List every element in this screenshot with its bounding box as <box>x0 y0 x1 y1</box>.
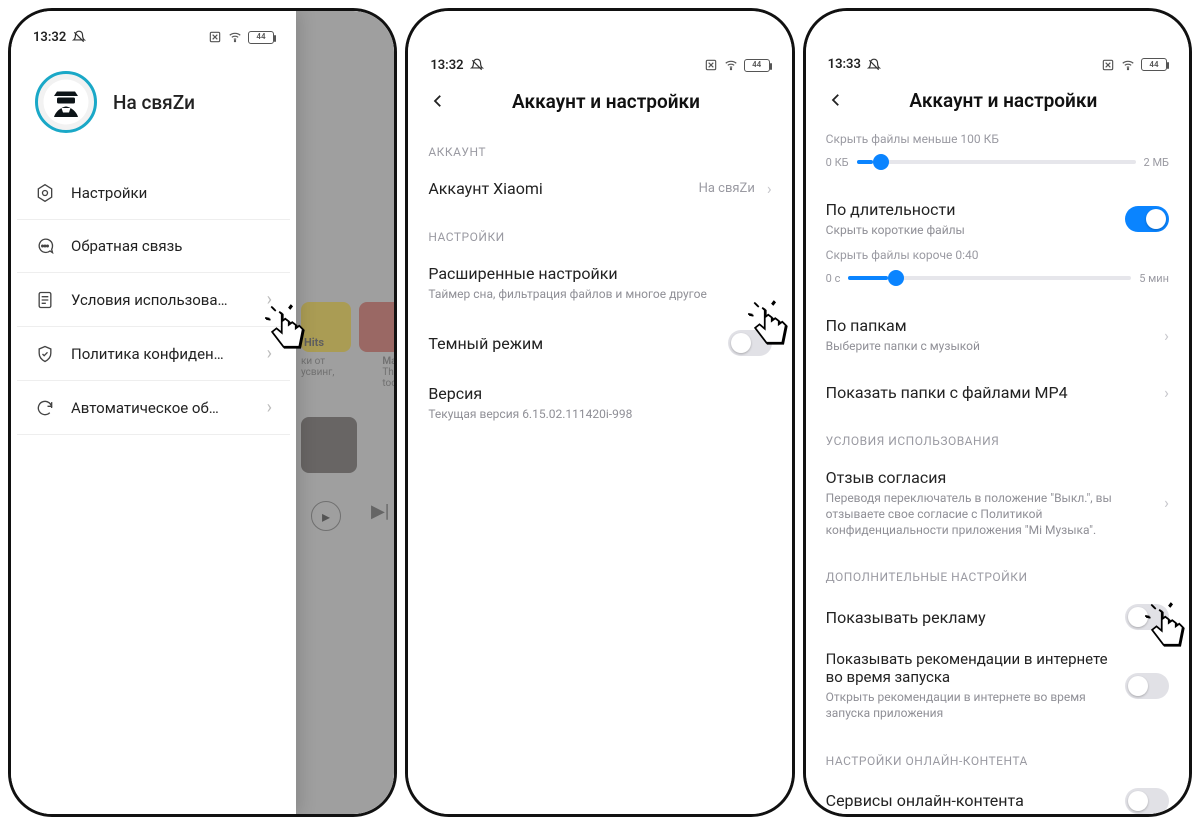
slider-hide-small[interactable]: Скрыть файлы меньше 100 КБ 0 КБ 2 МБ <box>826 126 1169 186</box>
drawer-item-label: Автоматическое об… <box>71 399 251 417</box>
battery-icon: 44 <box>1141 58 1167 71</box>
row-xiaomi-account[interactable]: Аккаунт Xiaomi На свяZи › <box>428 165 771 212</box>
slider-hide-short[interactable]: Скрыть файлы короче 0:40 0 с 5 мин <box>826 242 1169 302</box>
drawer-item-terms[interactable]: Условия использова… › <box>17 273 290 327</box>
background-app-dimmed: Показать все › ▶ 3,0M МОЯ зыка и сл… <box>291 11 394 814</box>
chevron-right-icon: › <box>267 289 272 310</box>
no-sim-icon <box>208 30 222 44</box>
row-version: Версия Текущая версия 6.15.02.111420i-99… <box>428 370 771 436</box>
chevron-right-icon: › <box>1164 326 1169 345</box>
row-revoke-consent[interactable]: Отзыв согласия Переводя переключатель в … <box>826 454 1169 553</box>
section-extra: ДОПОЛНИТЕЛЬНЫЕ НАСТРОЙКИ <box>826 570 1169 584</box>
battery-icon: 44 <box>744 59 770 72</box>
status-time: 13:33 <box>828 57 861 72</box>
update-icon <box>35 398 55 418</box>
nav-drawer: 13:32 44 На свяZи Настройки <box>11 11 296 814</box>
drawer-item-privacy[interactable]: Политика конфиден… › <box>17 327 290 381</box>
profile-header[interactable]: На свяZи <box>11 49 296 167</box>
wifi-icon <box>724 58 738 72</box>
section-account: АККАУНТ <box>428 145 771 159</box>
no-sim-icon <box>704 58 718 72</box>
avatar <box>35 71 97 133</box>
section-settings: НАСТРОЙКИ <box>428 230 771 244</box>
drawer-item-feedback[interactable]: Обратная связь <box>17 220 290 273</box>
profile-name: На свяZи <box>113 91 195 114</box>
row-by-folder[interactable]: По папкам Выберите папки с музыкой › <box>826 302 1169 368</box>
chevron-right-icon: › <box>267 343 272 364</box>
mute-icon <box>72 30 86 44</box>
section-terms: УСЛОВИЯ ИСПОЛЬЗОВАНИЯ <box>826 434 1169 448</box>
toggle-ads[interactable] <box>1125 604 1169 630</box>
status-bar: 13:32 44 <box>11 23 296 51</box>
chevron-left-icon <box>827 91 845 109</box>
privacy-icon <box>35 344 55 364</box>
status-time: 13:32 <box>33 30 66 45</box>
row-by-length[interactable]: По длительности Скрыть короткие файлы <box>826 186 1169 242</box>
chevron-right-icon: › <box>1164 383 1169 402</box>
phone-drawer: Показать все › ▶ 3,0M МОЯ зыка и сл… <box>8 8 397 817</box>
status-time: 13:32 <box>430 58 463 73</box>
chevron-right-icon: › <box>1164 493 1169 512</box>
drawer-item-label: Настройки <box>71 184 272 202</box>
row-dark-mode[interactable]: Темный режим <box>428 316 771 370</box>
drawer-item-settings[interactable]: Настройки <box>17 167 290 220</box>
toggle-by-length[interactable] <box>1125 206 1169 232</box>
status-bar: 13:32 44 <box>408 51 791 79</box>
chevron-right-icon: › <box>767 179 772 198</box>
account-value: На свяZи <box>699 181 755 196</box>
drawer-item-update[interactable]: Автоматическое об… › <box>17 381 290 435</box>
toggle-online-services[interactable] <box>1125 788 1169 814</box>
phone-settings-advanced: 13:33 44 Аккаунт и настройки Скрыть файл… <box>803 8 1192 817</box>
app-header: Аккаунт и настройки <box>806 78 1189 126</box>
wifi-icon <box>228 30 242 44</box>
wifi-icon <box>1121 58 1135 72</box>
mute-icon <box>867 58 881 72</box>
row-online-services[interactable]: Сервисы онлайн-контента <box>826 774 1169 814</box>
drawer-item-label: Политика конфиден… <box>71 345 251 363</box>
toggle-dark-mode[interactable] <box>728 330 772 356</box>
page-title: Аккаунт и настройки <box>462 90 773 113</box>
back-button[interactable] <box>426 89 450 113</box>
battery-icon: 44 <box>248 31 274 44</box>
chevron-left-icon <box>429 92 447 110</box>
drawer-item-label: Условия использова… <box>71 291 251 309</box>
row-mp4-folders[interactable]: Показать папки с файлами MP4 › <box>826 369 1169 416</box>
no-sim-icon <box>1101 58 1115 72</box>
phone-settings-main: 13:32 44 Аккаунт и настройки АККАУНТ <box>405 8 794 817</box>
row-show-recs[interactable]: Показывать рекомендации в интернете во в… <box>826 644 1169 735</box>
row-show-ads[interactable]: Показывать рекламу <box>826 590 1169 644</box>
page-title: Аккаунт и настройки <box>860 89 1171 112</box>
status-bar: 13:33 44 <box>806 51 1189 78</box>
drawer-menu: Настройки Обратная связь Условия использ… <box>11 167 296 435</box>
terms-icon <box>35 290 55 310</box>
app-header: Аккаунт и настройки <box>408 79 791 127</box>
row-advanced-settings[interactable]: Расширенные настройки Таймер сна, фильтр… <box>428 250 771 316</box>
mute-icon <box>470 58 484 72</box>
drawer-item-label: Обратная связь <box>71 237 272 255</box>
back-button[interactable] <box>824 88 848 112</box>
chevron-right-icon: › <box>267 397 272 418</box>
settings-hex-icon <box>35 183 55 203</box>
feedback-icon <box>35 236 55 256</box>
section-online: НАСТРОЙКИ ОНЛАЙН-КОНТЕНТА <box>826 754 1169 768</box>
toggle-recs[interactable] <box>1125 673 1169 699</box>
